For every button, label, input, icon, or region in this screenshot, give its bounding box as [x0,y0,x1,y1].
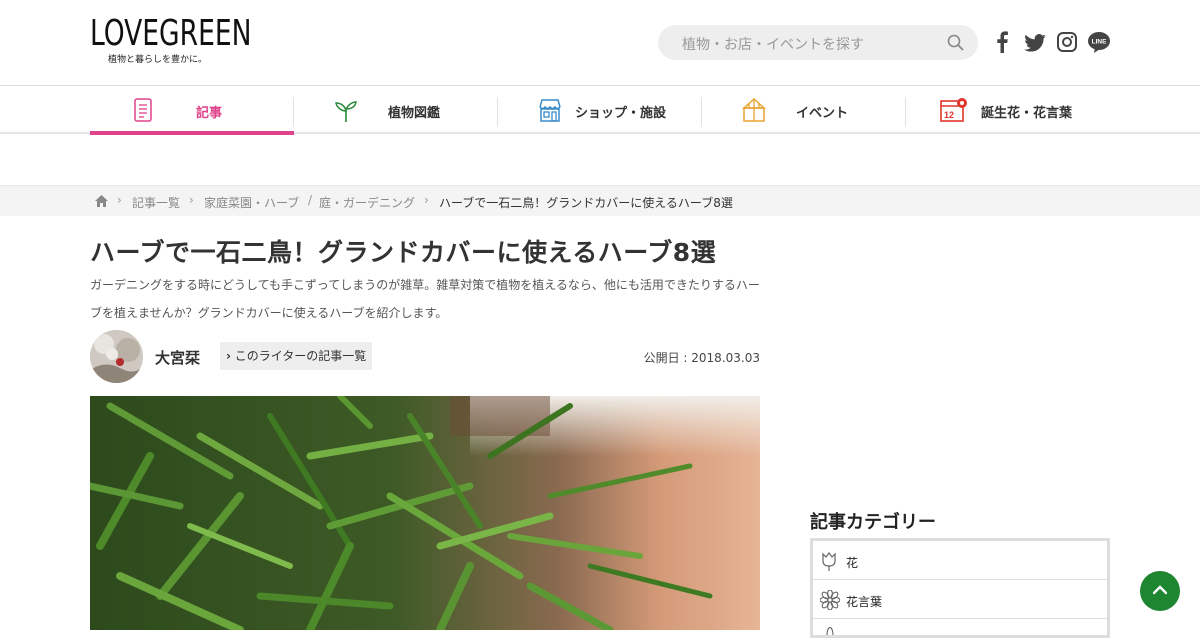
category-label: 花言葉 [846,595,883,609]
tent-icon [742,97,766,122]
breadcrumb: › 記事一覧 › 家庭菜園・ハーブ / 庭・ガーデニング › ハーブで一石二鳥！… [0,185,1200,216]
nav-item-events[interactable]: イベント [702,87,906,134]
nav-label: 記事 [196,106,223,121]
category-item-flower-language[interactable]: 花言葉 [813,580,1107,619]
avatar[interactable] [90,330,143,383]
line-icon[interactable]: LINE [1088,31,1110,53]
nav-item-shops[interactable]: ショップ・施設 [498,87,702,134]
site-logo[interactable]: LOVEGREEN 植物と暮らしを豊かに。 [90,13,287,66]
breadcrumb-current: ハーブで一石二鳥！グランドカバーに使えるハーブ8選 [439,196,733,210]
author-articles-label: このライターの記事一覧 [234,349,367,363]
category-list: 花 花言葉 [810,538,1110,638]
calendar-icon: 12 [940,98,967,122]
breadcrumb-link[interactable]: 記事一覧 [132,194,180,211]
hero-image [90,396,760,630]
twitter-icon[interactable] [1024,34,1046,52]
breadcrumb-separator: › [424,193,429,207]
category-item-flower[interactable]: 花 [813,541,1107,580]
site-header: LOVEGREEN 植物と暮らしを豊かに。 植物・お店・イベントを探す LINE [0,0,1200,86]
chevron-up-icon [1153,585,1167,595]
author-name[interactable]: 大宮栞 [155,347,200,368]
logo-text: LOVEGREEN [90,13,252,54]
rosemary-photo [90,396,760,630]
home-icon[interactable] [95,195,108,207]
breadcrumb-link[interactable]: 家庭菜園・ハーブ [204,194,299,211]
search-placeholder: 植物・お店・イベントを探す [682,37,864,53]
tulip-icon [822,552,836,571]
instagram-icon[interactable] [1057,32,1077,52]
nav-label: イベント [796,106,849,121]
nav-label: 植物図鑑 [388,106,441,121]
chevron-right-icon: › [226,349,231,363]
search-icon[interactable] [947,34,964,51]
line-icon-label: LINE [1092,39,1107,46]
shop-icon [539,99,561,122]
author-articles-link[interactable]: › このライターの記事一覧 [220,342,373,370]
flower-icon [820,590,840,610]
breadcrumb-separator: › [189,193,194,207]
main-nav: 記事 植物図鑑 ショップ・施設 イベント 12 誕生花・花言葉 [0,87,1200,135]
article-lead: ガーデニングをする時にどうしても手こずってしまうのが雑草。雑草対策で植物を植える… [90,278,760,320]
sidebar-title: 記事カテゴリー [810,512,936,533]
category-label: 花 [846,556,859,570]
nav-label: ショップ・施設 [575,106,667,121]
svg-text:12: 12 [944,110,954,120]
nav-item-articles[interactable]: 記事 [90,87,294,135]
nav-item-birthday-flowers[interactable]: 12 誕生花・花言葉 [906,87,1110,134]
article-title: ハーブで一石二鳥！グランドカバーに使えるハーブ8選 [90,238,717,267]
search-input[interactable]: 植物・お店・イベントを探す [658,25,978,60]
back-to-top-button[interactable] [1140,571,1180,611]
author-photo [90,330,143,383]
category-icon-partial [826,627,834,635]
article-icon [134,98,152,122]
nav-label: 誕生花・花言葉 [981,106,1073,121]
breadcrumb-link[interactable]: 庭・ガーデニング [319,194,415,211]
sprout-icon [335,101,357,122]
published-date: 公開日 : 2018.03.03 [643,351,760,365]
breadcrumb-separator: › [117,193,122,207]
facebook-icon[interactable] [995,31,1009,53]
breadcrumb-separator: / [308,193,313,207]
nav-item-plants[interactable]: 植物図鑑 [294,87,498,134]
